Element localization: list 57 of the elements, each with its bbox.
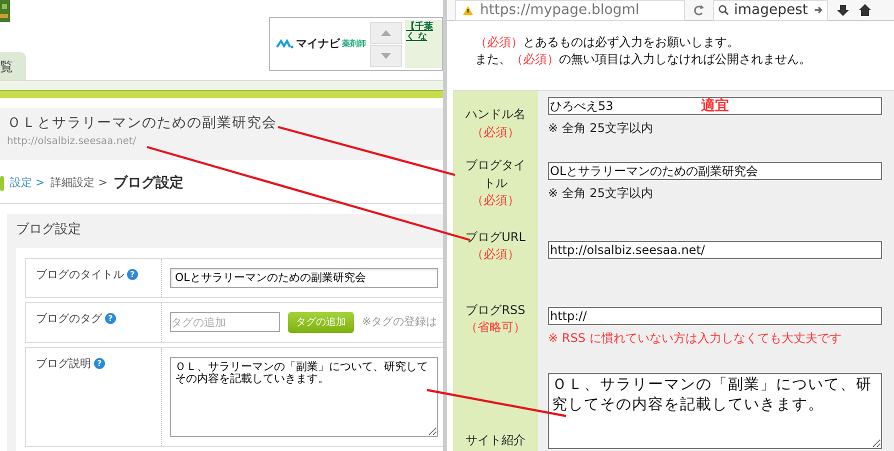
reload-icon xyxy=(693,4,705,16)
field-label: ブログのタイトル xyxy=(36,266,124,282)
triangle-up-icon xyxy=(380,28,392,36)
search-text: imagepest xyxy=(734,0,808,20)
tag-note: ※タグの登録は xyxy=(362,314,438,330)
input-value: http://olsalbiz.seesaa.net/ xyxy=(550,242,705,259)
breadcrumb-link[interactable]: 設定 > xyxy=(10,175,45,192)
field-label: ブログURL （必須） xyxy=(453,211,538,281)
logo-drawing xyxy=(0,0,10,22)
scroll-down-button[interactable] xyxy=(370,44,402,66)
notice-text: （必須）とあるものは必ず入力をお願いします。 xyxy=(475,34,740,51)
address-bar[interactable]: https://mypage.blogml xyxy=(455,0,685,20)
panel-title: ブログ設定 xyxy=(16,221,82,239)
field-label: ブログ説明 xyxy=(36,356,91,372)
help-icon[interactable]: ? xyxy=(127,268,138,280)
description-textarea[interactable]: ＯＬ、サラリーマンの「副業」について、研究してその内容を記載していきます。 xyxy=(170,356,438,436)
field-label: ブログRSS （省略可） xyxy=(453,281,538,357)
hint-text: ※ 全角 25文字以内 xyxy=(548,185,654,202)
ad-logo-text: マイナビ xyxy=(296,36,340,52)
annotation-text: 適宜 xyxy=(701,96,729,116)
field-label: ハンドル名 （必須） xyxy=(453,91,538,156)
warning-icon xyxy=(462,4,474,16)
breadcrumb-item: 詳細設定 > xyxy=(50,175,108,192)
search-icon xyxy=(718,4,730,16)
blog-url: http://olsalbiz.seesaa.net/ xyxy=(7,135,138,149)
notice-text: また、（必須）の無い項目は入力しなければ公開されません。 xyxy=(475,50,812,68)
search-field[interactable]: imagepest xyxy=(713,0,828,20)
scroll-up-button[interactable] xyxy=(370,22,402,44)
ad-logo-subtext: 薬剤師 xyxy=(342,38,366,50)
field-label: サイト紹介 xyxy=(453,357,538,451)
input-value: OLとサラリーマンのための副業研究会 xyxy=(550,163,758,180)
text-input[interactable]: OLとサラリーマンのための副業研究会 xyxy=(548,162,882,180)
wave-logo-icon xyxy=(276,38,294,50)
text-input[interactable]: http:// xyxy=(548,307,882,325)
input-value: ひろべえ53 xyxy=(550,98,614,115)
download-icon xyxy=(836,4,850,16)
arrow-right-icon xyxy=(812,4,823,16)
field-label: ブログのタグ xyxy=(36,310,102,326)
text-input[interactable]: OLとサラリーマンのための副業研究会 xyxy=(170,268,438,288)
tag-input[interactable]: タグの追加 xyxy=(170,312,280,332)
ad-link[interactable]: 【千葉 xyxy=(406,22,433,32)
help-icon[interactable]: ? xyxy=(94,358,105,368)
hint-text: ※ RSS に慣れていない方は入力しなくても大丈夫です xyxy=(548,330,842,347)
help-icon[interactable]: ? xyxy=(105,312,116,324)
url-text: https://mypage.blogml xyxy=(480,0,640,20)
site-intro-textarea[interactable]: ＯＬ、サラリーマンの「副業」について、研究してその内容を記載していきます。 xyxy=(548,373,882,449)
triangle-down-icon xyxy=(380,52,392,60)
hint-text: ※ 全角 25文字以内 xyxy=(548,120,654,137)
breadcrumb-current: ブログ設定 xyxy=(113,174,184,193)
input-value: http:// xyxy=(550,308,587,325)
home-icon xyxy=(858,3,872,17)
field-label: ブログタイトル （必須） xyxy=(453,156,538,211)
nav-tab[interactable]: 覧 xyxy=(0,52,26,80)
text-input[interactable]: ひろべえ53 適宜 xyxy=(548,97,882,115)
text-input[interactable]: http://olsalbiz.seesaa.net/ xyxy=(548,241,882,259)
ad-link[interactable]: く な xyxy=(406,32,428,42)
blog-title: ＯＬとサラリーマンのための副業研究会 xyxy=(7,114,278,133)
